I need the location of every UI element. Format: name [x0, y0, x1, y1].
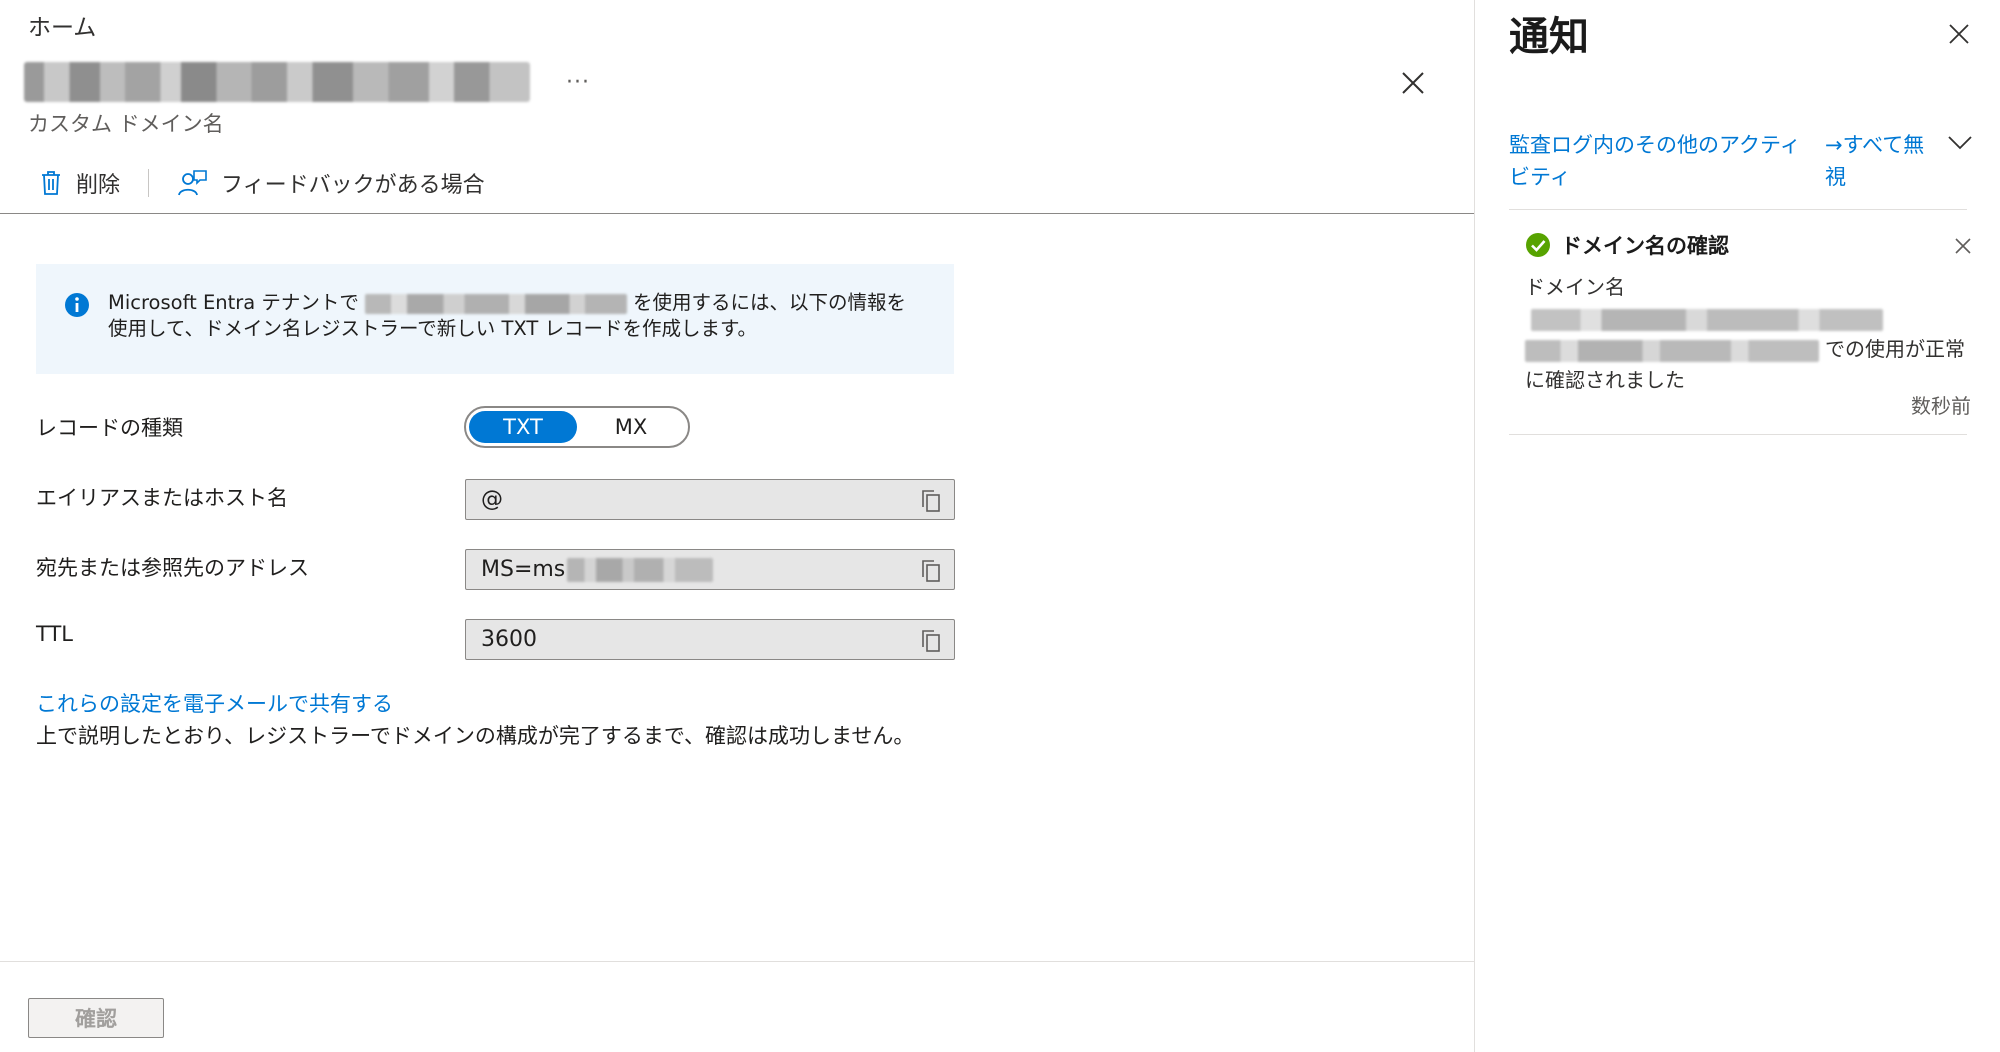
audit-log-link[interactable]: 監査ログ内のその他のアクティビティ	[1509, 129, 1821, 193]
redacted-tenant-domain	[364, 293, 627, 314]
feedback-button[interactable]: フィードバックがある場合	[177, 167, 485, 199]
close-icon[interactable]	[1947, 22, 1971, 46]
redacted-domain-title	[24, 62, 530, 102]
notifications-title: 通知	[1509, 14, 1589, 60]
notification-item-divider	[1509, 434, 1967, 435]
copy-icon[interactable]	[920, 629, 942, 653]
breadcrumb-home[interactable]: ホーム	[28, 8, 96, 42]
redacted-verification-value	[567, 557, 714, 582]
info-text-before: Microsoft Entra テナントで	[108, 291, 359, 314]
toolbar-separator	[148, 169, 150, 197]
checkmark-circle-icon	[1526, 233, 1550, 257]
share-settings-email-link[interactable]: これらの設定を電子メールで共有する	[36, 688, 393, 718]
delete-button[interactable]: 削除	[40, 167, 120, 199]
dismiss-all-link[interactable]: →すべて無視	[1825, 129, 1935, 193]
blade-subtitle: カスタム ドメイン名	[28, 112, 224, 136]
toolbar-divider	[0, 213, 1474, 214]
record-type-option-mx[interactable]: MX	[577, 411, 685, 443]
ttl-field[interactable]: 3600	[465, 619, 955, 660]
notification-item-title: ドメイン名の確認	[1561, 234, 1729, 258]
info-icon	[65, 293, 89, 317]
redacted-domain-name-cont	[1525, 339, 1819, 362]
alias-value: @	[481, 487, 503, 512]
close-icon[interactable]	[1398, 68, 1428, 98]
redacted-domain-name	[1531, 308, 1883, 331]
command-bar: 削除 フィードバックがある場合	[40, 160, 485, 206]
notification-item-header: ドメイン名の確認	[1525, 230, 1729, 260]
trash-icon	[42, 171, 60, 195]
notification-item-message: ドメイン名 での使用が正常に確認されました	[1525, 272, 1971, 396]
feedback-person-icon	[178, 170, 207, 196]
destination-value: MS=ms	[481, 557, 566, 582]
copy-icon[interactable]	[920, 559, 942, 583]
ttl-value: 3600	[481, 627, 537, 652]
destination-label: 宛先または参照先のアドレス	[36, 556, 309, 580]
record-type-option-txt[interactable]: TXT	[469, 411, 577, 443]
feedback-label: フィードバックがある場合	[221, 173, 485, 198]
info-message-bar: Microsoft Entra テナントで を使用するには、以下の情報を使用して、…	[36, 264, 954, 374]
notification-message-prefix: ドメイン名	[1525, 275, 1625, 299]
record-type-label: レコードの種類	[36, 416, 183, 440]
ttl-label: TTL	[36, 622, 73, 646]
record-type-toggle[interactable]: TXT MX	[464, 406, 690, 448]
notifications-divider	[1509, 209, 1967, 210]
more-options-button[interactable]: ···	[566, 70, 590, 95]
delete-label: 削除	[76, 173, 121, 198]
copy-icon[interactable]	[920, 489, 942, 513]
blade-title-row: ···	[24, 58, 590, 106]
notifications-pane: 通知 監査ログ内のその他のアクティビティ →すべて無視 ドメイン名の確認 ドメイ…	[1474, 0, 2000, 1052]
verify-button[interactable]: 確認	[28, 998, 164, 1038]
footer-divider	[0, 961, 1474, 962]
verification-note: 上で説明したとおり、レジストラーでドメインの構成が完了するまで、確認は成功しませ…	[36, 724, 915, 748]
app-window: ホーム ··· カスタム ドメイン名 削除 フィードバックがある場合 Micro…	[0, 0, 2000, 1052]
alias-field[interactable]: @	[465, 479, 955, 520]
info-message-text: Microsoft Entra テナントで を使用するには、以下の情報を使用して、…	[108, 290, 924, 342]
domain-blade: ホーム ··· カスタム ドメイン名 削除 フィードバックがある場合 Micro…	[0, 0, 1474, 1052]
close-icon[interactable]	[1953, 236, 1973, 256]
alias-label: エイリアスまたはホスト名	[36, 486, 288, 510]
notification-timestamp: 数秒前	[1911, 394, 1971, 418]
destination-field[interactable]: MS=ms	[465, 549, 955, 590]
chevron-down-icon[interactable]	[1947, 134, 1973, 152]
